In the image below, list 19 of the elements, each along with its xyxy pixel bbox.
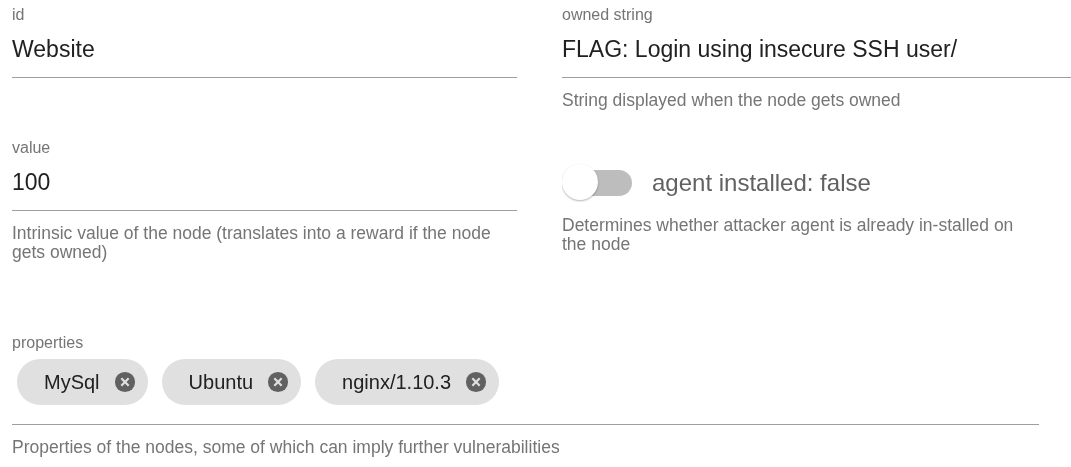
field-label: id [12, 5, 26, 25]
text-field[interactable]: Website [12, 25, 517, 78]
property-chip[interactable]: MySql [17, 359, 148, 405]
field-label: value [12, 138, 52, 158]
property-chip[interactable]: nginx/1.10.3 [315, 359, 500, 405]
helper-text: Intrinsic value of the node (translates into a reward if the node gets owned) [12, 224, 492, 262]
toggle-switch[interactable] [562, 164, 634, 202]
helper-text: String displayed when the node gets owned [562, 91, 902, 110]
helper-text: Determines whether attacker agent is already in-stalled on the node [562, 216, 1015, 254]
text-field[interactable]: FLAG: Login using insecure SSH user/ [562, 25, 1071, 78]
close-icon[interactable] [465, 371, 488, 393]
property-chip[interactable]: Ubuntu [161, 359, 302, 405]
field-label: properties [12, 333, 85, 353]
switch-label: agent installed: false [652, 169, 871, 197]
text-field[interactable]: 100 [12, 158, 517, 211]
field-label: owned string [562, 5, 654, 25]
helper-text: Properties of the nodes, some of which can imply further vulnerabilities [12, 438, 561, 457]
close-icon[interactable] [267, 371, 290, 393]
close-icon[interactable] [113, 371, 136, 393]
